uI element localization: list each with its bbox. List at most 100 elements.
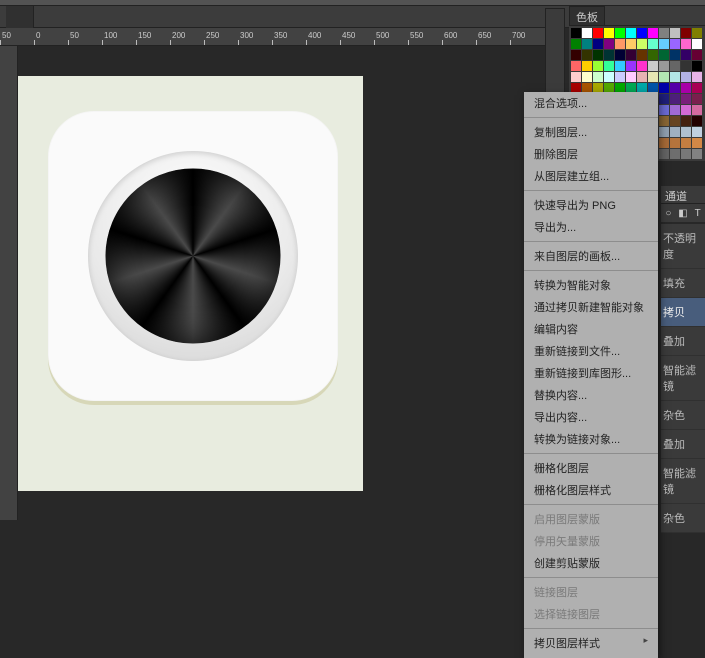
menu-copy-layer-style[interactable]: 拷贝图层样式 <box>524 632 658 654</box>
menu-artboard-from-layers[interactable]: 来自图层的画板... <box>524 245 658 267</box>
collapsed-panel-group[interactable] <box>545 8 565 98</box>
swatch[interactable] <box>692 61 702 71</box>
swatch[interactable] <box>670 127 680 137</box>
swatch[interactable] <box>648 61 658 71</box>
swatch[interactable] <box>604 50 614 60</box>
swatch[interactable] <box>659 61 669 71</box>
swatch[interactable] <box>681 50 691 60</box>
swatch[interactable] <box>626 61 636 71</box>
swatch[interactable] <box>692 149 702 159</box>
swatch[interactable] <box>626 28 636 38</box>
mask-icon[interactable]: ◧ <box>678 206 689 220</box>
swatch[interactable] <box>692 127 702 137</box>
swatch[interactable] <box>659 39 669 49</box>
swatch[interactable] <box>637 50 647 60</box>
swatch[interactable] <box>692 28 702 38</box>
swatch[interactable] <box>593 72 603 82</box>
swatch[interactable] <box>604 28 614 38</box>
menu-delete-layer[interactable]: 删除图层 <box>524 143 658 165</box>
swatch[interactable] <box>637 61 647 71</box>
menu-export-contents[interactable]: 导出内容... <box>524 406 658 428</box>
rounded-card-shape[interactable] <box>48 111 338 401</box>
swatch[interactable] <box>670 94 680 104</box>
swatch[interactable] <box>571 50 581 60</box>
artboard[interactable] <box>18 76 363 491</box>
swatch[interactable] <box>692 39 702 49</box>
menu-quick-export-png[interactable]: 快速导出为 PNG <box>524 194 658 216</box>
swatch[interactable] <box>593 61 603 71</box>
swatch[interactable] <box>571 39 581 49</box>
menu-relink-file[interactable]: 重新链接到文件... <box>524 340 658 362</box>
menu-new-smart-via-copy[interactable]: 通过拷贝新建智能对象 <box>524 296 658 318</box>
menu-blending-options[interactable]: 混合选项... <box>524 92 658 114</box>
swatch[interactable] <box>692 83 702 93</box>
swatch[interactable] <box>670 116 680 126</box>
swatch[interactable] <box>626 39 636 49</box>
swatch[interactable] <box>604 72 614 82</box>
swatch[interactable] <box>615 61 625 71</box>
menu-edit-contents[interactable]: 编辑内容 <box>524 318 658 340</box>
swatch[interactable] <box>692 105 702 115</box>
swatch[interactable] <box>681 149 691 159</box>
swatch[interactable] <box>659 116 669 126</box>
swatch[interactable] <box>670 39 680 49</box>
swatch[interactable] <box>626 72 636 82</box>
swatch[interactable] <box>571 28 581 38</box>
swatch[interactable] <box>681 61 691 71</box>
swatch[interactable] <box>659 94 669 104</box>
swatch[interactable] <box>670 149 680 159</box>
swatch[interactable] <box>681 127 691 137</box>
menu-duplicate-layer[interactable]: 复制图层... <box>524 121 658 143</box>
swatch[interactable] <box>659 72 669 82</box>
swatch[interactable] <box>670 105 680 115</box>
swatch[interactable] <box>648 72 658 82</box>
menu-rasterize-layer[interactable]: 栅格化图层 <box>524 457 658 479</box>
menu-export-as[interactable]: 导出为... <box>524 216 658 238</box>
swatch[interactable] <box>659 50 669 60</box>
swatch[interactable] <box>692 116 702 126</box>
swatch[interactable] <box>648 28 658 38</box>
swatch[interactable] <box>615 39 625 49</box>
swatch[interactable] <box>615 28 625 38</box>
swatch[interactable] <box>571 61 581 71</box>
swatch[interactable] <box>648 39 658 49</box>
document-tab[interactable] <box>6 6 34 28</box>
swatch[interactable] <box>670 61 680 71</box>
swatch[interactable] <box>659 138 669 148</box>
swatch[interactable] <box>604 39 614 49</box>
swatch[interactable] <box>659 127 669 137</box>
swatch[interactable] <box>615 72 625 82</box>
swatch[interactable] <box>659 149 669 159</box>
canvas-area[interactable] <box>18 46 545 520</box>
swatch[interactable] <box>593 39 603 49</box>
swatch[interactable] <box>681 39 691 49</box>
menu-convert-smart-object[interactable]: 转换为智能对象 <box>524 274 658 296</box>
swatch[interactable] <box>637 72 647 82</box>
swatch[interactable] <box>648 50 658 60</box>
swatch[interactable] <box>681 28 691 38</box>
menu-replace-contents[interactable]: 替换内容... <box>524 384 658 406</box>
swatch[interactable] <box>670 50 680 60</box>
swatch[interactable] <box>659 105 669 115</box>
menu-relink-library[interactable]: 重新链接到库图形... <box>524 362 658 384</box>
swatch[interactable] <box>670 138 680 148</box>
swatch[interactable] <box>692 94 702 104</box>
swatch[interactable] <box>670 72 680 82</box>
channels-tab[interactable]: 通道 <box>661 186 705 204</box>
circle-icon[interactable]: ○ <box>663 206 674 220</box>
swatch[interactable] <box>582 61 592 71</box>
swatch[interactable] <box>681 105 691 115</box>
swatch[interactable] <box>593 28 603 38</box>
menu-convert-linked[interactable]: 转换为链接对象... <box>524 428 658 450</box>
swatch[interactable] <box>681 72 691 82</box>
swatch[interactable] <box>659 83 669 93</box>
swatch[interactable] <box>582 39 592 49</box>
type-icon[interactable]: T <box>692 206 703 220</box>
swatch[interactable] <box>604 61 614 71</box>
swatch[interactable] <box>582 72 592 82</box>
swatch[interactable] <box>571 72 581 82</box>
menu-rasterize-style[interactable]: 栅格化图层样式 <box>524 479 658 501</box>
swatch[interactable] <box>626 50 636 60</box>
swatch[interactable] <box>670 83 680 93</box>
swatch[interactable] <box>637 28 647 38</box>
